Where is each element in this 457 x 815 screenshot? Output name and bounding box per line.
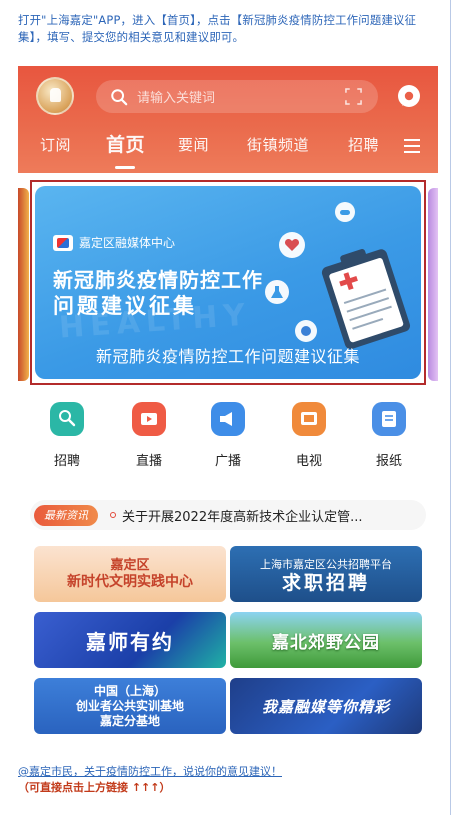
card-teacher-appointment[interactable]: 嘉师有约: [34, 612, 226, 668]
page-divider: [450, 0, 451, 815]
user-avatar[interactable]: [36, 77, 74, 115]
quick-entry-live[interactable]: 直播: [114, 402, 184, 469]
tab-town-channel[interactable]: 街镇频道: [247, 134, 309, 155]
bullet-icon: [110, 512, 116, 518]
quick-entry-tv[interactable]: 电视: [274, 402, 344, 469]
card-title-line1: 我嘉融媒等你精彩: [261, 697, 390, 716]
intro-instructions: 打开"上海嘉定"APP，进入【首页】，点击【新冠肺炎疫情防控工作问题建议征集】，…: [18, 13, 417, 44]
card-title-line3: 嘉定分基地: [99, 713, 160, 728]
channel-tabs: 订阅 首页 要闻 街镇频道 招聘: [18, 132, 438, 172]
recruit-icon: [50, 402, 84, 436]
article-footer: @嘉定市民，关于疫情防控工作，说说你的意见建议！ （可直接点击上方链接 ↑↑↑）: [18, 764, 438, 796]
active-tab-indicator: [115, 166, 135, 169]
app-header: 请输入关键词 订阅 首页 要闻 街镇频道 招聘: [18, 66, 438, 173]
quick-entry-newspaper[interactable]: 报纸: [354, 402, 424, 469]
feedback-link[interactable]: @嘉定市民，关于疫情防控工作，说说你的意见建议！: [18, 764, 438, 780]
card-title-line2: 求职招聘: [281, 572, 370, 594]
card-title-line1: 嘉定区: [110, 558, 150, 573]
card-title-line1: 嘉北郊野公园: [272, 632, 380, 653]
tab-news[interactable]: 要闻: [178, 134, 209, 155]
quick-entry-label: 招聘: [53, 454, 80, 469]
quick-entry-label: 直播: [135, 454, 162, 469]
click-hint: （可直接点击上方链接 ↑↑↑）: [18, 781, 171, 794]
menu-icon[interactable]: [404, 139, 420, 153]
card-civilization-center[interactable]: 嘉定区 新时代文明实践中心: [34, 546, 226, 602]
quick-entry-broadcast[interactable]: 广播: [193, 402, 263, 469]
search-icon: [111, 88, 128, 105]
tab-subscribe[interactable]: 订阅: [40, 134, 71, 155]
article-page: 打开"上海嘉定"APP，进入【首页】，点击【新冠肺炎疫情防控工作问题建议征集】，…: [0, 0, 457, 815]
message-icon[interactable]: [396, 84, 422, 110]
newspaper-icon: [372, 402, 406, 436]
tab-recruit[interactable]: 招聘: [348, 134, 379, 155]
quick-entry-recruit[interactable]: 招聘: [32, 402, 102, 469]
tv-icon: [292, 402, 326, 436]
card-job-recruitment[interactable]: 上海市嘉定区公共招聘平台 求职招聘: [230, 546, 422, 602]
app-screenshot: 请输入关键词 订阅 首页 要闻 街镇频道 招聘 HEALTHY 嘉定区融媒体中心…: [18, 66, 438, 746]
card-media-invite[interactable]: 我嘉融媒等你精彩: [230, 678, 422, 734]
broadcast-icon: [211, 402, 245, 436]
scan-icon[interactable]: [345, 88, 362, 105]
quick-entry-label: 广播: [214, 454, 241, 469]
search-placeholder: 请输入关键词: [137, 91, 216, 106]
prev-banner-peek[interactable]: [18, 188, 29, 381]
card-jiabei-park[interactable]: 嘉北郊野公园: [230, 612, 422, 668]
next-banner-peek[interactable]: [428, 188, 438, 381]
live-icon: [132, 402, 166, 436]
news-headline[interactable]: 关于开展2022年度高新技术企业认定管...: [122, 506, 362, 525]
card-title-line1: 嘉师有约: [86, 629, 174, 654]
quick-entry-grid: 招聘 直播 广播 电视 报纸: [18, 402, 438, 482]
highlight-frame: [30, 180, 426, 385]
search-bar[interactable]: 请输入关键词: [96, 80, 378, 113]
card-entrepreneur-training-base[interactable]: 中国（上海） 创业者公共实训基地 嘉定分基地: [34, 678, 226, 734]
tab-home[interactable]: 首页: [106, 130, 145, 157]
card-title-line2: 创业者公共实训基地: [75, 698, 184, 713]
card-title-line1: 中国（上海）: [93, 683, 166, 698]
news-ticker[interactable]: 最新资讯 关于开展2022年度高新技术企业认定管...: [30, 500, 426, 530]
quick-entry-label: 报纸: [375, 454, 402, 469]
latest-news-badge: 最新资讯: [34, 505, 98, 526]
quick-entry-label: 电视: [295, 454, 322, 469]
card-title-line2: 新时代文明实践中心: [67, 574, 193, 590]
